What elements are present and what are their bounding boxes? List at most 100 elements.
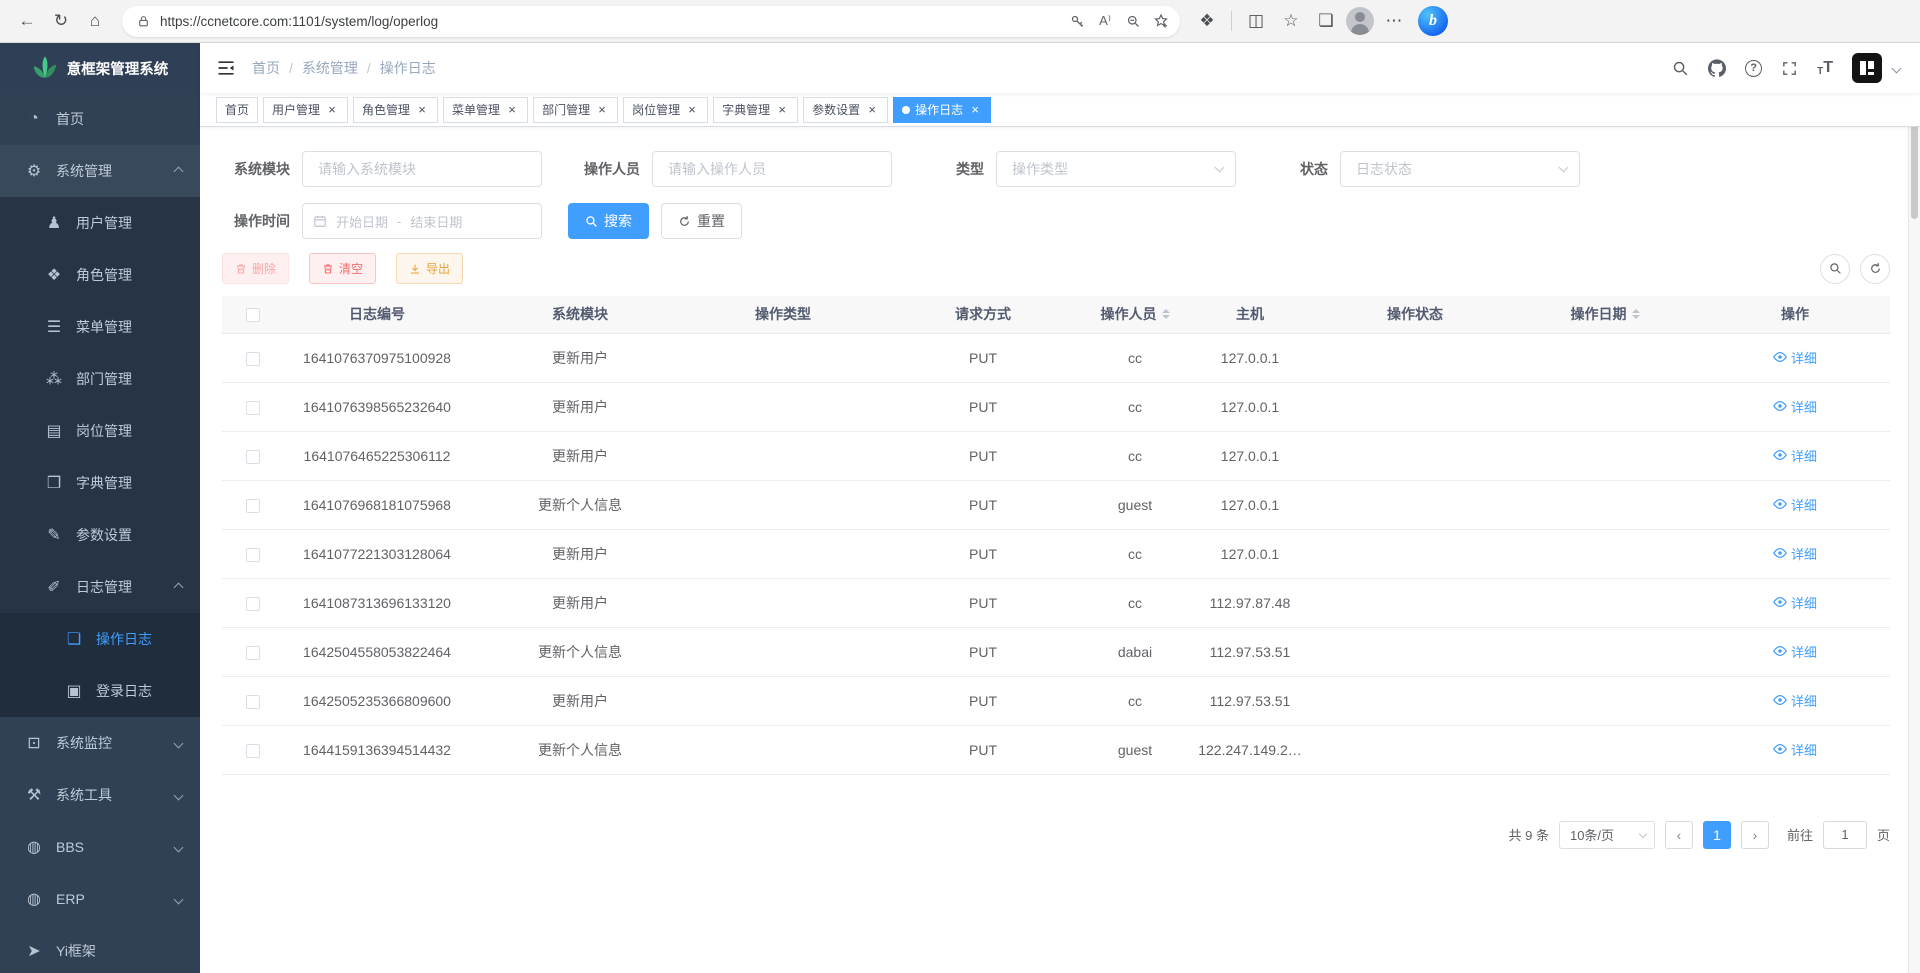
sidebar-menu-item[interactable]: ❏ 操作日志	[0, 613, 200, 665]
close-icon[interactable]: ×	[968, 103, 982, 117]
clear-button[interactable]: 清空	[309, 253, 376, 284]
row-checkbox[interactable]	[246, 646, 260, 660]
reset-button[interactable]: 重置	[661, 203, 742, 239]
refresh-icon[interactable]: ↻	[46, 6, 76, 36]
user-avatar[interactable]	[1852, 53, 1882, 83]
column-header[interactable]: 操作类型	[690, 296, 876, 333]
app-logo[interactable]: 意框架管理系统	[0, 43, 200, 93]
detail-link[interactable]: 详细	[1773, 544, 1817, 563]
sidebar-menu-item[interactable]: ♟ 用户管理	[0, 197, 200, 249]
browser-scrollbar[interactable]	[1908, 43, 1920, 973]
goto-page-input[interactable]	[1823, 821, 1867, 849]
sort-icon[interactable]	[1162, 305, 1170, 323]
row-checkbox[interactable]	[246, 744, 260, 758]
sort-icon[interactable]	[1632, 305, 1640, 323]
select-all-checkbox[interactable]	[246, 308, 260, 322]
row-checkbox[interactable]	[246, 401, 260, 415]
prev-page-button[interactable]: ‹	[1665, 821, 1693, 849]
column-header[interactable]: 操作	[1700, 296, 1890, 333]
module-input[interactable]	[302, 151, 542, 187]
sidebar-menu-item[interactable]: ⚙ 系统管理	[0, 145, 200, 197]
row-checkbox[interactable]	[246, 450, 260, 464]
tab-tag[interactable]: 首页 ×	[216, 97, 258, 123]
date-range-picker[interactable]: 开始日期 - 结束日期	[302, 203, 542, 239]
detail-link[interactable]: 详细	[1773, 642, 1817, 661]
zoom-out-icon[interactable]	[1120, 8, 1146, 34]
detail-link[interactable]: 详细	[1773, 348, 1817, 367]
help-icon[interactable]: ?	[1745, 60, 1762, 77]
back-icon[interactable]: ←	[12, 6, 42, 36]
breadcrumb-item[interactable]: 首页	[252, 58, 280, 78]
search-button[interactable]: 搜索	[568, 203, 649, 239]
search-icon[interactable]	[1672, 60, 1689, 77]
sidebar-menu-item[interactable]: ✐ 日志管理	[0, 561, 200, 613]
close-icon[interactable]: ×	[595, 103, 609, 117]
detail-link[interactable]: 详细	[1773, 691, 1817, 710]
close-icon[interactable]: ×	[505, 103, 519, 117]
refresh-table-button[interactable]	[1860, 254, 1890, 284]
favorite-add-icon[interactable]	[1148, 8, 1174, 34]
collections-icon[interactable]: ❏	[1311, 6, 1341, 36]
column-header[interactable]: 操作状态	[1320, 296, 1510, 333]
toggle-search-button[interactable]	[1820, 254, 1850, 284]
extensions-icon[interactable]: ❖	[1192, 6, 1222, 36]
profile-avatar[interactable]	[1346, 7, 1374, 35]
column-header[interactable]: 操作日期	[1510, 296, 1700, 333]
github-icon[interactable]	[1708, 59, 1726, 77]
split-screen-icon[interactable]: ◫	[1241, 6, 1271, 36]
next-page-button[interactable]: ›	[1741, 821, 1769, 849]
sidebar-fold-icon[interactable]	[200, 58, 252, 78]
status-select[interactable]: 日志状态	[1340, 151, 1580, 187]
column-header[interactable]: 日志编号	[284, 296, 470, 333]
close-icon[interactable]: ×	[325, 103, 339, 117]
key-icon[interactable]	[1064, 8, 1090, 34]
address-bar[interactable]: https://ccnetcore.com:1101/system/log/op…	[122, 6, 1180, 37]
column-header[interactable]: 请求方式	[876, 296, 1090, 333]
more-icon[interactable]: ⋯	[1379, 6, 1409, 36]
current-page-button[interactable]: 1	[1703, 821, 1731, 849]
row-checkbox[interactable]	[246, 695, 260, 709]
detail-link[interactable]: 详细	[1773, 397, 1817, 416]
sidebar-menu-item[interactable]: ⁂ 部门管理	[0, 353, 200, 405]
sidebar-menu-item[interactable]: ▤ 岗位管理	[0, 405, 200, 457]
tab-tag[interactable]: 菜单管理 ×	[443, 97, 528, 123]
close-icon[interactable]: ×	[415, 103, 429, 117]
sidebar-menu-item[interactable]: ❒ 字典管理	[0, 457, 200, 509]
type-select[interactable]: 操作类型	[996, 151, 1236, 187]
tab-tag[interactable]: 参数设置 ×	[803, 97, 888, 123]
fullscreen-icon[interactable]	[1781, 60, 1798, 77]
sidebar-menu-item[interactable]: ➤ Yi框架	[0, 925, 200, 973]
sidebar-menu-item[interactable]: ◍ ERP	[0, 873, 200, 925]
tab-tag[interactable]: 字典管理 ×	[713, 97, 798, 123]
row-checkbox[interactable]	[246, 499, 260, 513]
tab-tag[interactable]: 部门管理 ×	[533, 97, 618, 123]
sidebar-menu-item[interactable]: ⊡ 系统监控	[0, 717, 200, 769]
read-aloud-icon[interactable]: A⁾	[1092, 8, 1118, 34]
close-icon[interactable]: ×	[685, 103, 699, 117]
detail-link[interactable]: 详细	[1773, 446, 1817, 465]
favorites-bar-icon[interactable]: ☆	[1276, 6, 1306, 36]
tab-tag[interactable]: 角色管理 ×	[353, 97, 438, 123]
detail-link[interactable]: 详细	[1773, 495, 1817, 514]
home-icon[interactable]: ⌂	[80, 6, 110, 36]
detail-link[interactable]: 详细	[1773, 740, 1817, 759]
row-checkbox[interactable]	[246, 548, 260, 562]
tab-tag[interactable]: 操作日志 ×	[893, 97, 991, 123]
sidebar-menu-item[interactable]: ❖ 角色管理	[0, 249, 200, 301]
sidebar-menu-item[interactable]: ✎ 参数设置	[0, 509, 200, 561]
breadcrumb-item[interactable]: 操作日志	[358, 58, 436, 78]
close-icon[interactable]: ×	[865, 103, 879, 117]
close-icon[interactable]: ×	[775, 103, 789, 117]
detail-link[interactable]: 详细	[1773, 593, 1817, 612]
sidebar-menu-item[interactable]: ▣ 登录日志	[0, 665, 200, 717]
delete-button[interactable]: 删除	[222, 253, 289, 284]
column-header[interactable]: 系统模块	[470, 296, 690, 333]
sidebar-menu-item[interactable]: ◔ 首页	[0, 93, 200, 145]
export-button[interactable]: 导出	[396, 253, 463, 284]
sidebar-menu-item[interactable]: ◍ BBS	[0, 821, 200, 873]
copilot-icon[interactable]: b	[1418, 6, 1448, 36]
breadcrumb-item[interactable]: 系统管理	[280, 58, 358, 78]
font-size-icon[interactable]: TT	[1817, 59, 1833, 77]
row-checkbox[interactable]	[246, 597, 260, 611]
column-header[interactable]: 主机	[1180, 296, 1320, 333]
